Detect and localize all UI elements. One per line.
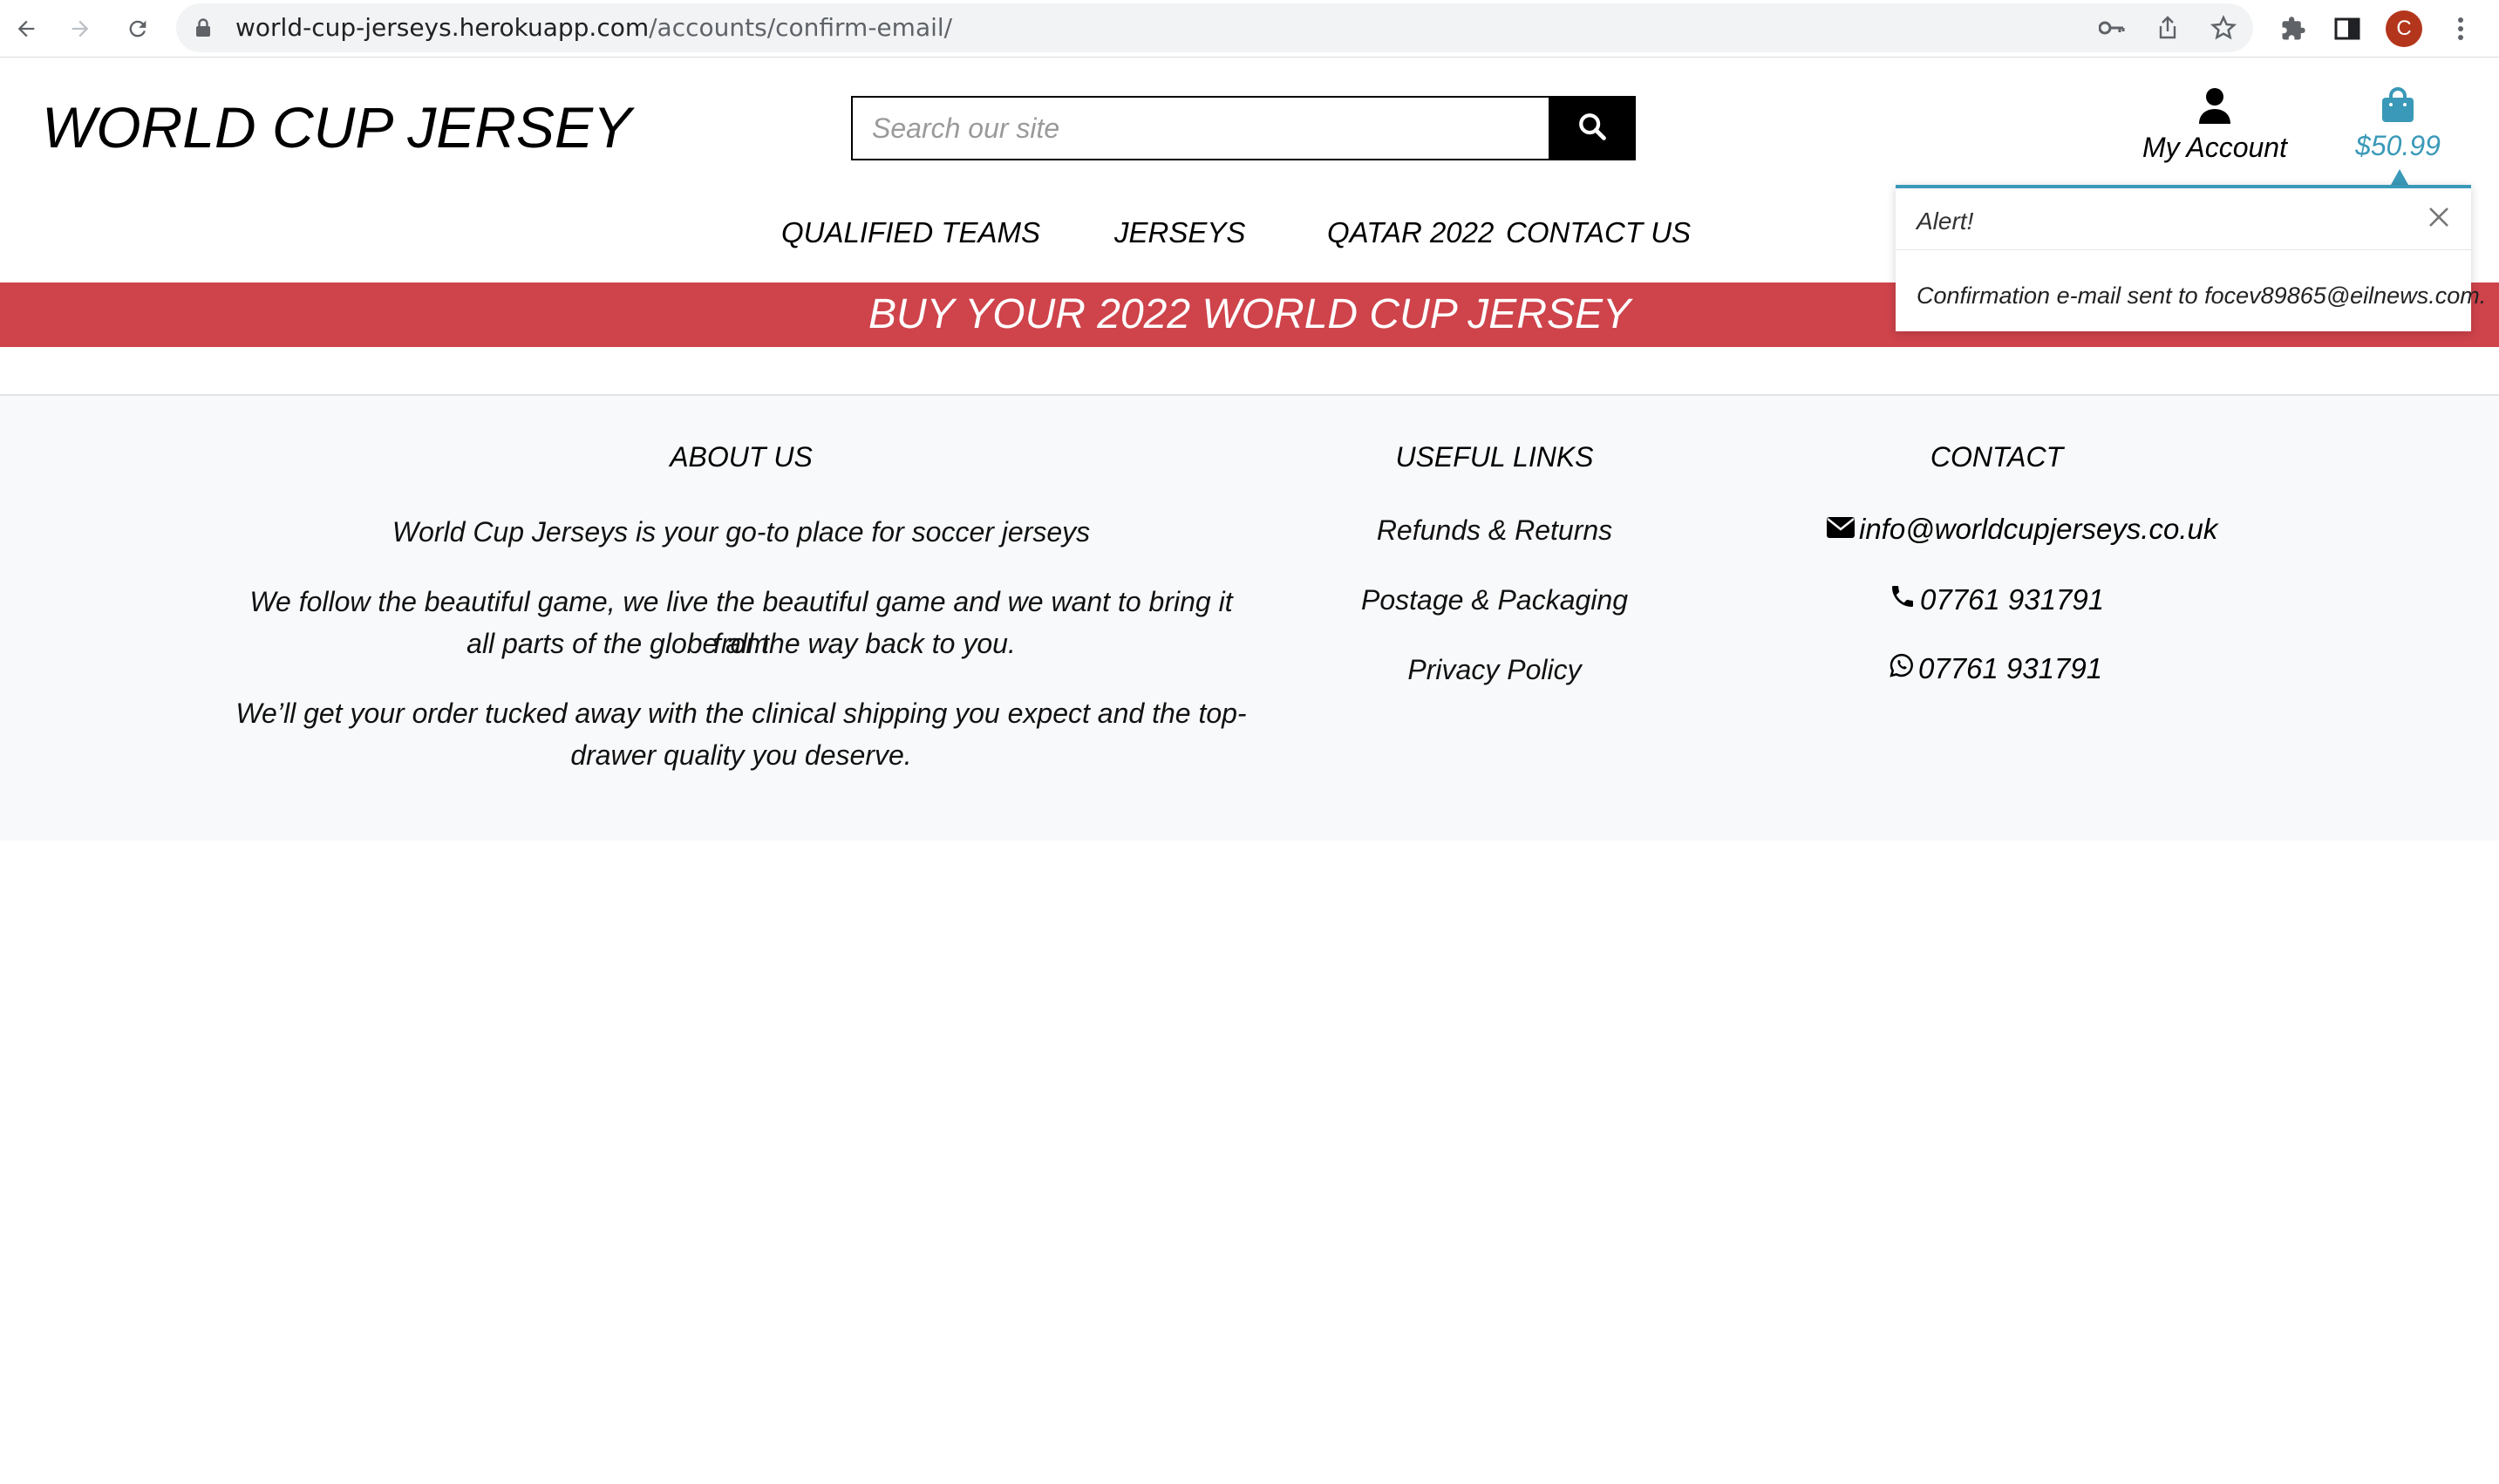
shopping-bag-link[interactable]: $50.99: [2337, 87, 2459, 162]
contact-whatsapp[interactable]: 07761 931791: [1889, 652, 2102, 685]
search-form: [851, 96, 1550, 160]
lock-icon: [195, 18, 211, 42]
browser-toolbar: world-cup-jerseys.herokuapp.com/accounts…: [0, 0, 2499, 58]
back-icon[interactable]: [9, 11, 44, 46]
url-host: world-cup-jerseys.herokuapp.com: [235, 13, 650, 42]
useful-links-title: USEFUL LINKS: [1395, 441, 1594, 473]
nav-contact-us[interactable]: CONTACT US: [1506, 216, 1691, 249]
profile-avatar[interactable]: C: [2386, 10, 2422, 47]
about-text-3-line2: drawer quality you deserve.: [570, 739, 912, 771]
about-text-2-line2: all parts of the globe all the way back …: [466, 628, 1016, 659]
toast-arrow: [2391, 169, 2408, 185]
alert-toast: Alert! Confirmation e-mail sent to focev…: [1896, 185, 2486, 331]
share-icon[interactable]: [2154, 14, 2182, 42]
contact-email[interactable]: info@worldcupjerseys.co.uk: [1826, 513, 2217, 546]
toast-header: Alert!: [1896, 188, 2471, 250]
link-privacy-policy[interactable]: Privacy Policy: [1320, 654, 1669, 686]
contact-email-text: info@worldcupjerseys.co.uk: [1859, 513, 2218, 545]
about-text-3-line1: We’ll get your order tucked away with th…: [235, 698, 1247, 729]
site-footer: ABOUT US World Cup Jerseys is your go-to…: [0, 394, 2499, 841]
contact-title: CONTACT: [1930, 441, 2064, 473]
url-text: world-cup-jerseys.herokuapp.com/accounts…: [235, 13, 952, 42]
link-postage-packaging[interactable]: Postage & Packaging: [1320, 584, 1669, 616]
envelope-icon: [1826, 513, 1856, 546]
nav-qualified-teams[interactable]: QUALIFIED TEAMS: [781, 216, 1040, 249]
user-icon: [2197, 88, 2232, 129]
search-input[interactable]: [851, 96, 1550, 160]
extensions-icon[interactable]: [2276, 11, 2311, 46]
my-account-link[interactable]: My Account: [2128, 87, 2302, 164]
toast-message: Confirmation e-mail sent to focev89865@e…: [1917, 283, 2487, 309]
about-text-1: World Cup Jerseys is your go-to place fo…: [392, 516, 1091, 548]
link-refunds-returns[interactable]: Refunds & Returns: [1320, 514, 1669, 547]
menu-kebab-icon[interactable]: [2443, 11, 2478, 46]
search-button[interactable]: [1549, 96, 1636, 160]
site-logo[interactable]: WORLD CUP JERSEY: [42, 94, 631, 160]
nav-qatar-2022[interactable]: QATAR 2022: [1327, 216, 1494, 249]
search-icon: [1577, 112, 1607, 146]
whatsapp-icon: [1889, 652, 1915, 685]
bag-total: $50.99: [2355, 130, 2441, 161]
close-icon[interactable]: [2426, 204, 2452, 230]
side-panel-icon[interactable]: [2330, 11, 2365, 46]
contact-phone-text: 07761 931791: [1920, 583, 2105, 616]
forward-icon[interactable]: [63, 11, 98, 46]
nav-jerseys[interactable]: JERSEYS: [1114, 216, 1245, 249]
key-icon[interactable]: [2098, 14, 2126, 42]
contact-phone[interactable]: 07761 931791: [1889, 582, 2104, 617]
about-title: ABOUT US: [670, 441, 813, 473]
phone-icon: [1889, 582, 1917, 617]
address-bar[interactable]: world-cup-jerseys.herokuapp.com/accounts…: [176, 3, 2253, 52]
url-path: /accounts/confirm-email/: [649, 13, 953, 42]
bookmark-star-icon[interactable]: [2210, 14, 2237, 42]
toast-title: Alert!: [1917, 208, 1974, 235]
contact-whatsapp-text: 07761 931791: [1918, 652, 2103, 684]
shopping-bag-icon: [2380, 87, 2415, 127]
my-account-label: My Account: [2142, 132, 2287, 163]
reload-icon[interactable]: [120, 11, 155, 46]
